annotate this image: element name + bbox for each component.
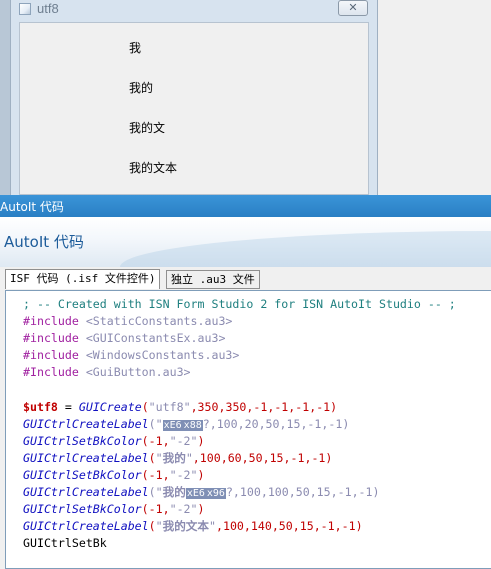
code-token: ,100,140,50,15,-1,-1)	[215, 519, 363, 534]
code-token: GUICtrlCreateLabel	[23, 450, 149, 465]
code-token: ,350,350,-1,-1,-1,-1)	[190, 399, 338, 414]
code-token: "utf8"	[148, 399, 191, 414]
code-token: (-1,	[141, 467, 170, 482]
app-icon	[19, 3, 31, 15]
code-token: GUICtrlCreateLabel	[23, 485, 149, 500]
code-token: ,100,60,50,15,-1,-1)	[192, 450, 333, 465]
code-token: #Include	[23, 365, 86, 380]
code-token: "-2"	[169, 433, 198, 448]
code-line: GUICtrlSetBkColor(-1,"-2")	[23, 467, 456, 484]
code-token: ("	[148, 485, 163, 500]
label-3: 我的文	[129, 121, 166, 135]
code-line: GUICtrlSetBkColor(-1,"-2")	[23, 501, 456, 518]
code-token: GUICreate	[78, 399, 142, 414]
code-token: 我的	[162, 450, 186, 465]
code-token: ; -- Created with ISN Form Studio 2 for …	[23, 297, 456, 311]
utf8-window-titlebar[interactable]: utf8 ✕	[11, 0, 377, 18]
code-token: GUICtrlSetBkColor	[23, 433, 142, 448]
code-token: <GuiButton.au3>	[85, 365, 191, 380]
code-line: GUICtrlSetBk	[23, 535, 456, 552]
utf8-window-title: utf8	[37, 1, 59, 16]
code-line: #include <StaticConstants.au3>	[23, 313, 456, 330]
code-token: ?,100,20,50,15,-1,-1)	[202, 416, 350, 431]
label-2: 我的	[129, 81, 154, 95]
background-desktop: utf8 ✕ 我 我的 我的文 我的文本	[0, 0, 491, 195]
code-line: #Include <GuiButton.au3>	[23, 364, 456, 381]
code-token: "	[155, 519, 163, 534]
code-token: (	[148, 450, 156, 465]
tab-isf-code[interactable]: ISF 代码 (.isf 文件控件)	[5, 269, 161, 289]
code-line: GUICtrlSetBkColor(-1,"-2")	[23, 433, 456, 450]
code-token: )	[197, 502, 205, 517]
code-token: <WindowsConstants.au3>	[85, 348, 240, 363]
code-line: GUICtrlCreateLabel("我的文本",100,140,50,15,…	[23, 518, 456, 535]
code-token: GUICtrlCreateLabel	[23, 416, 149, 431]
code-token: "	[155, 450, 163, 465]
code-token: )	[197, 433, 205, 448]
code-token: "-2"	[169, 467, 198, 482]
utf8-window-client: 我 我的 我的文 我的文本	[19, 22, 369, 195]
code-token: <GUIConstantsEx.au3>	[85, 331, 226, 346]
code-line: #include <GUIConstantsEx.au3>	[23, 330, 456, 347]
code-token: GUICtrlSetBkColor	[23, 502, 142, 517]
escaped-byte: x96	[205, 488, 226, 500]
code-token: #include	[23, 331, 86, 346]
code-token: (	[141, 399, 149, 414]
code-token: GUICtrlSetBkColor	[23, 467, 142, 482]
code-token: $utf8	[23, 399, 58, 414]
main-header: AutoIt 代码	[0, 217, 491, 267]
tab-bar: ISF 代码 (.isf 文件控件) 独立 .au3 文件	[0, 267, 491, 289]
code-token: (-1,	[141, 502, 170, 517]
label-4: 我的文本	[129, 161, 178, 175]
code-token: =	[57, 399, 79, 414]
code-token: 我的	[162, 485, 186, 500]
code-token: <StaticConstants.au3>	[85, 314, 233, 329]
code-token: ?,100,100,50,15,-1,-1)	[225, 485, 380, 500]
escaped-byte: xE6	[185, 488, 206, 500]
code-token: ("	[148, 416, 163, 431]
escaped-byte: x88	[182, 419, 203, 431]
utf8-window[interactable]: utf8 ✕ 我 我的 我的文 我的文本	[10, 0, 378, 195]
escaped-byte: xE6	[162, 419, 183, 431]
code-token: (	[148, 519, 156, 534]
page-title: AutoIt 代码	[4, 233, 84, 251]
code-token: "-2"	[169, 502, 198, 517]
code-token: "	[209, 519, 216, 534]
code-token: GUICtrlCreateLabel	[23, 519, 149, 534]
label-1: 我	[129, 41, 142, 55]
main-window-title: AutoIt 代码	[0, 200, 64, 214]
code-editor[interactable]: ; -- Created with ISN Form Studio 2 for …	[5, 290, 491, 569]
code-line: $utf8 = GUICreate("utf8",350,350,-1,-1,-…	[23, 399, 456, 416]
code-token: "	[185, 450, 193, 465]
code-token: 我的文本	[162, 519, 209, 534]
code-line: GUICtrlCreateLabel("我的",100,60,50,15,-1,…	[23, 450, 456, 467]
code-line: GUICtrlCreateLabel("xE6 x88?,100,20,50,15…	[23, 416, 456, 433]
code-token: )	[197, 467, 205, 482]
code-line: ; -- Created with ISN Form Studio 2 for …	[23, 296, 456, 313]
code-token: #include	[23, 348, 86, 363]
code-token: GUICtrlSetBk	[23, 536, 107, 551]
main-window-titlebar[interactable]: AutoIt 代码	[0, 195, 491, 217]
code-line: GUICtrlCreateLabel("我的xE6 x96?,100,100,50…	[23, 484, 456, 501]
background-area	[376, 0, 491, 195]
code-content: ; -- Created with ISN Form Studio 2 for …	[23, 296, 456, 552]
tab-standalone-au3[interactable]: 独立 .au3 文件	[166, 270, 260, 289]
close-icon: ✕	[348, 1, 358, 14]
code-token: #include	[23, 314, 86, 329]
code-line: #include <WindowsConstants.au3>	[23, 347, 456, 364]
code-token: (-1,	[141, 433, 170, 448]
close-button[interactable]: ✕	[338, 0, 368, 16]
